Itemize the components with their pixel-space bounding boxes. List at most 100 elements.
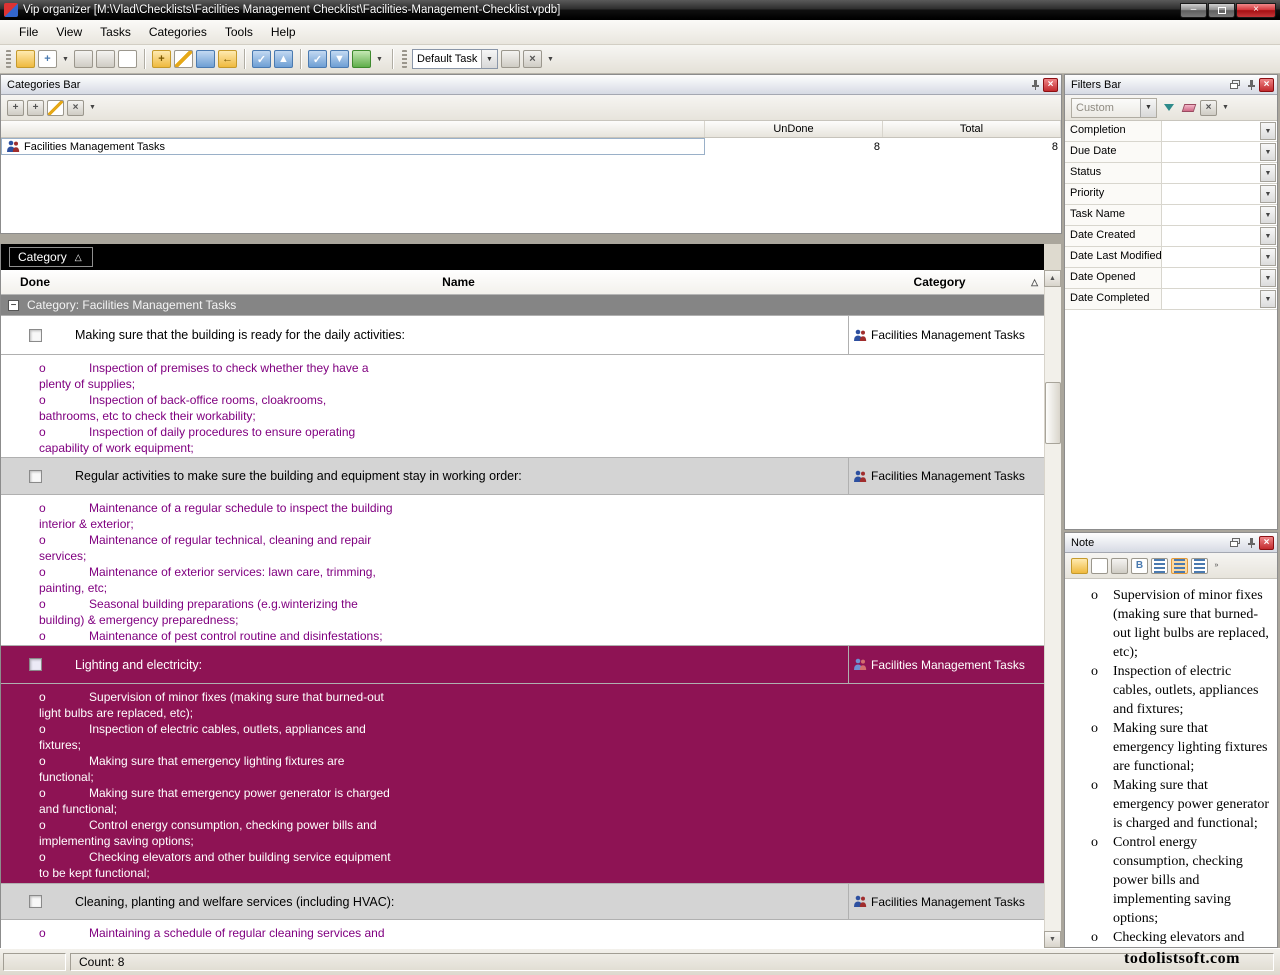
category-name-cell[interactable]: Facilities Management Tasks (1, 138, 705, 155)
filter-value-cell[interactable] (1162, 226, 1259, 246)
task-category-cell[interactable]: Facilities Management Tasks (848, 884, 1044, 919)
move-task-icon[interactable]: ▼ (330, 50, 349, 68)
task-checkbox[interactable] (29, 329, 42, 342)
duplicate-task-icon[interactable] (196, 50, 215, 68)
complete-task-icon[interactable]: ✓ (252, 50, 271, 68)
new-item-icon[interactable]: + (38, 50, 57, 68)
remove-filter-icon[interactable]: × (1200, 100, 1217, 116)
task-checkbox[interactable] (29, 658, 42, 671)
category-column-header[interactable] (1, 121, 705, 137)
task-title[interactable]: Making sure that the building is ready f… (69, 316, 848, 354)
add-category-icon[interactable]: + (7, 100, 24, 116)
filter-value-cell[interactable] (1162, 289, 1259, 309)
toolbar-grip[interactable] (402, 50, 407, 68)
delete-task-icon[interactable]: × (523, 50, 542, 68)
menu-help[interactable]: Help (262, 22, 305, 42)
name-column-header[interactable]: Name (69, 275, 848, 289)
scroll-down-icon[interactable]: ▼ (1044, 931, 1061, 948)
add-by-template-icon[interactable] (501, 50, 520, 68)
filter-value-cell[interactable] (1162, 268, 1259, 288)
task-row[interactable]: Making sure that the building is ready f… (1, 315, 1044, 355)
view-mode-dropdown-icon[interactable]: ▼ (374, 50, 385, 68)
close-button[interactable]: × (1236, 3, 1276, 18)
maximize-button[interactable] (1208, 3, 1235, 18)
undo-icon[interactable]: ← (218, 50, 237, 68)
toggle-complete-icon[interactable]: ✓ (308, 50, 327, 68)
clear-filter-icon[interactable] (1180, 100, 1197, 116)
float-panel-icon[interactable] (1227, 78, 1242, 92)
collapse-group-icon[interactable]: − (8, 300, 19, 311)
edit-category-icon[interactable] (47, 100, 64, 116)
find-icon[interactable] (1091, 558, 1108, 574)
done-column-header[interactable]: Done (1, 275, 69, 289)
task-details[interactable]: o Maintenance of a regular schedule to i… (1, 495, 1044, 645)
minimize-button[interactable]: – (1180, 3, 1207, 18)
task-title[interactable]: Lighting and electricity: (69, 646, 848, 683)
pin-icon[interactable] (1243, 78, 1258, 92)
task-row[interactable]: Cleaning, planting and welfare services … (1, 883, 1044, 920)
lock-icon[interactable] (1071, 558, 1088, 574)
filter-preset-combobox[interactable]: Custom ▼ (1071, 98, 1157, 118)
filter-value-cell[interactable] (1162, 142, 1259, 162)
task-type-combobox[interactable]: Default Task ▼ (412, 49, 498, 69)
scrollbar-thumb[interactable] (1045, 382, 1061, 444)
filter-dropdown-icon[interactable]: ▼ (1260, 164, 1276, 182)
priority-up-icon[interactable]: ▲ (274, 50, 293, 68)
filter-dropdown-icon[interactable]: ▼ (1260, 185, 1276, 203)
pin-icon[interactable] (1027, 78, 1042, 92)
filter-dropdown-icon[interactable]: ▼ (1260, 290, 1276, 308)
filter-value-cell[interactable] (1162, 163, 1259, 183)
task-category-cell[interactable]: Facilities Management Tasks (848, 458, 1044, 494)
menu-view[interactable]: View (47, 22, 91, 42)
category-row[interactable]: Facilities Management Tasks 8 8 (1, 138, 1061, 155)
filter-dropdown-icon[interactable]: ▼ (1260, 269, 1276, 287)
menu-tools[interactable]: Tools (216, 22, 262, 42)
new-task-icon[interactable]: + (152, 50, 171, 68)
close-panel-icon[interactable]: × (1043, 78, 1058, 92)
float-panel-icon[interactable] (1227, 536, 1242, 550)
note-content[interactable]: o Supervision of minor fixes (making sur… (1065, 579, 1277, 947)
filter-preset-dropdown-icon[interactable]: ▼ (1140, 99, 1156, 117)
category-column-header[interactable]: Category △ (848, 275, 1044, 289)
delete-category-icon[interactable]: × (67, 100, 84, 116)
task-category-cell[interactable]: Facilities Management Tasks (848, 316, 1044, 354)
add-subcategory-icon[interactable]: + (27, 100, 44, 116)
note-toolbar-overflow-icon[interactable]: » (1211, 557, 1222, 575)
print-icon[interactable] (96, 50, 115, 68)
menu-categories[interactable]: Categories (140, 22, 216, 42)
task-title[interactable]: Regular activities to make sure the buil… (69, 458, 848, 494)
print-note-icon[interactable] (1111, 558, 1128, 574)
filter-dropdown-icon[interactable]: ▼ (1260, 248, 1276, 266)
group-by-category-chip[interactable]: Category △ (9, 247, 93, 267)
task-checkbox[interactable] (29, 470, 42, 483)
filter-value-cell[interactable] (1162, 121, 1259, 141)
close-panel-icon[interactable]: × (1259, 536, 1274, 550)
group-row[interactable]: − Category: Facilities Management Tasks (1, 295, 1044, 315)
task-details[interactable]: o Inspection of premises to check whethe… (1, 355, 1044, 457)
task-checkbox[interactable] (29, 895, 42, 908)
filter-value-cell[interactable] (1162, 205, 1259, 225)
task-details-selected[interactable]: o Supervision of minor fixes (making sur… (1, 684, 1044, 883)
filter-value-cell[interactable] (1162, 184, 1259, 204)
task-details[interactable]: o Maintaining a schedule of regular clea… (1, 920, 1044, 948)
filter-dropdown-icon[interactable]: ▼ (1260, 227, 1276, 245)
numbered-list-icon[interactable] (1171, 558, 1188, 574)
toolbar-grip[interactable] (6, 50, 11, 68)
new-item-dropdown-icon[interactable]: ▼ (60, 50, 71, 68)
view-mode-icon[interactable] (352, 50, 371, 68)
undone-column-header[interactable]: UnDone (705, 121, 883, 137)
bold-icon[interactable]: B (1131, 558, 1148, 574)
bullet-list-icon[interactable] (1191, 558, 1208, 574)
filter-dropdown-icon[interactable]: ▼ (1260, 143, 1276, 161)
menu-tasks[interactable]: Tasks (91, 22, 140, 42)
filters-toolbar-dropdown-icon[interactable]: ▼ (1220, 99, 1231, 117)
save-icon[interactable] (74, 50, 93, 68)
task-category-cell[interactable]: Facilities Management Tasks (848, 646, 1044, 683)
filter-value-cell[interactable] (1162, 247, 1259, 267)
total-column-header[interactable]: Total (883, 121, 1061, 137)
scrollbar-track[interactable] (1044, 287, 1061, 931)
task-row-selected[interactable]: Lighting and electricity: Facilities Man… (1, 645, 1044, 684)
apply-filter-icon[interactable] (1160, 100, 1177, 116)
task-row[interactable]: Regular activities to make sure the buil… (1, 457, 1044, 495)
pin-icon[interactable] (1243, 536, 1258, 550)
